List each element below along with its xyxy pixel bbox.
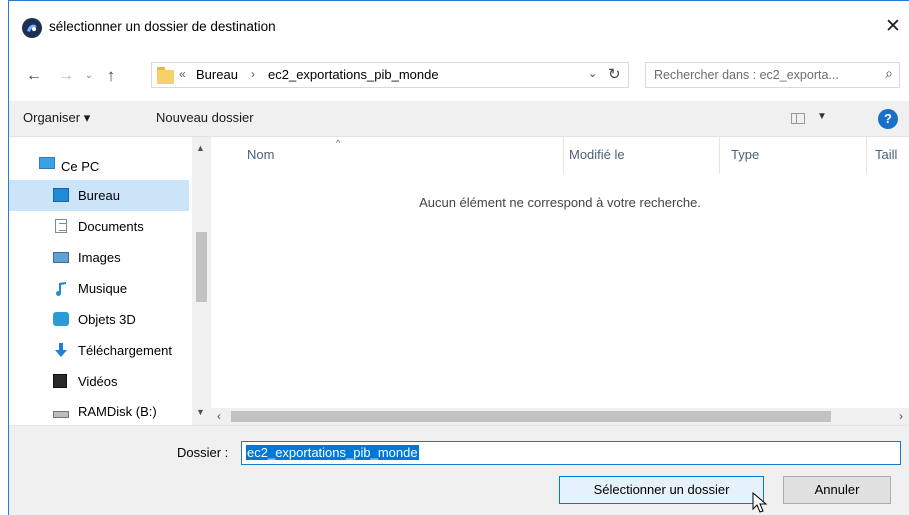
mouse-cursor-icon [752, 491, 768, 514]
sidebar-item-documents[interactable]: Documents [9, 211, 189, 242]
search-icon[interactable]: ⌕ [885, 65, 893, 82]
window-title: sélectionner un dossier de destination [49, 19, 276, 34]
sidebar-item-label: Téléchargement [78, 343, 172, 358]
view-list-icon [791, 113, 805, 124]
breadcrumb-overflow[interactable]: « [179, 67, 186, 81]
organise-button[interactable]: Organiser ▾ [23, 110, 90, 126]
download-icon [53, 343, 69, 357]
column-divider[interactable] [866, 137, 867, 174]
file-list: ^ Nom Modifié le Type Taill Aucun élémen… [211, 137, 909, 408]
column-divider[interactable] [719, 137, 720, 174]
up-one-level-button[interactable]: ↑ [101, 65, 121, 87]
breadcrumb-current-folder[interactable]: ec2_exportations_pib_monde [268, 67, 439, 82]
navigation-pane: Ce PC Bureau Documents Images Musique Ob… [9, 137, 211, 425]
folder-name-value[interactable]: ec2_exportations_pib_monde [246, 445, 419, 460]
sidebar-item-images[interactable]: Images [9, 242, 189, 273]
command-toolbar: Organiser ▾ Nouveau dossier ▼ ? [9, 101, 909, 137]
select-folder-button[interactable]: Sélectionner un dossier [559, 476, 764, 504]
objects-3d-icon [53, 312, 69, 326]
back-button[interactable]: ← [23, 65, 45, 87]
chevron-down-icon: ▼ [817, 111, 827, 122]
sidebar-item-label: Documents [78, 219, 144, 234]
sidebar-item-ce-pc[interactable]: Ce PC [9, 147, 189, 178]
column-divider[interactable] [563, 137, 564, 174]
navigation-bar: ← → ⌄ ↑ « Bureau › ec2_exportations_pib_… [9, 51, 909, 101]
sidebar-item-label: Objets 3D [78, 312, 136, 327]
search-placeholder: Rechercher dans : ec2_exporta... [654, 68, 839, 82]
refresh-icon[interactable]: ↻ [608, 65, 621, 83]
column-header-size[interactable]: Taill [875, 147, 897, 162]
folder-picker-dialog: sélectionner un dossier de destination ✕… [0, 0, 909, 515]
scroll-left-icon[interactable]: ‹ [217, 409, 221, 423]
app-icon [22, 18, 42, 38]
navigation-pane-scrollbar[interactable]: ▲ ▼ [192, 137, 211, 425]
column-header-name[interactable]: Nom [247, 147, 274, 162]
sidebar-item-ramdisk[interactable]: RAMDisk (B:) [9, 396, 189, 427]
sidebar-item-label: Images [78, 250, 121, 265]
column-header-type[interactable]: Type [731, 147, 759, 162]
dialog-footer: Dossier : ec2_exportations_pib_monde Sél… [9, 425, 909, 515]
scrollbar-thumb[interactable] [196, 232, 207, 302]
search-input[interactable]: Rechercher dans : ec2_exporta... ⌕ [645, 62, 900, 88]
file-list-horizontal-scrollbar[interactable]: ‹ › [211, 408, 909, 425]
sort-ascending-icon: ^ [336, 138, 341, 148]
documents-icon [55, 219, 67, 233]
help-button[interactable]: ? [878, 109, 898, 129]
scroll-down-icon[interactable]: ▼ [196, 407, 205, 417]
desktop-icon [53, 188, 69, 202]
music-icon [53, 281, 69, 296]
column-header-modified[interactable]: Modifié le [569, 147, 625, 162]
scrollbar-thumb[interactable] [231, 411, 831, 422]
close-button[interactable]: ✕ [881, 13, 905, 41]
address-dropdown-icon[interactable]: ⌄ [588, 67, 597, 80]
sidebar-item-label: RAMDisk (B:) [78, 404, 157, 419]
sidebar-item-bureau[interactable]: Bureau [9, 180, 189, 211]
sidebar-item-telechargement[interactable]: Téléchargement [9, 335, 189, 366]
sidebar-item-videos[interactable]: Vidéos [9, 366, 189, 397]
images-icon [53, 252, 69, 263]
breadcrumb-bureau[interactable]: Bureau [196, 67, 238, 82]
scroll-up-icon[interactable]: ▲ [196, 143, 205, 153]
empty-results-message: Aucun élément ne correspond à votre rech… [419, 195, 701, 210]
folder-field-label: Dossier : [177, 445, 229, 460]
sidebar-item-label: Ce PC [61, 159, 100, 174]
pc-icon [39, 157, 55, 169]
new-folder-button[interactable]: Nouveau dossier [156, 110, 254, 125]
sidebar-item-musique[interactable]: Musique [9, 273, 189, 304]
folder-name-field[interactable]: ec2_exportations_pib_monde [241, 441, 901, 465]
sidebar-item-label: Bureau [78, 188, 120, 203]
folder-icon [157, 67, 174, 84]
breadcrumb-separator[interactable]: › [251, 67, 255, 81]
address-bar[interactable]: « Bureau › ec2_exportations_pib_monde ⌄ … [151, 62, 629, 88]
sidebar-item-label: Musique [78, 281, 128, 296]
forward-button[interactable]: → [55, 65, 77, 87]
cancel-button[interactable]: Annuler [783, 476, 891, 504]
title-bar: sélectionner un dossier de destination ✕ [9, 1, 909, 51]
videos-icon [53, 374, 67, 388]
sidebar-item-objets-3d[interactable]: Objets 3D [9, 304, 189, 335]
view-options-button[interactable]: ▼ [789, 109, 835, 129]
scroll-right-icon[interactable]: › [899, 409, 903, 423]
drive-icon [53, 411, 69, 418]
sidebar-item-label: Vidéos [78, 374, 118, 389]
recent-locations-dropdown[interactable]: ⌄ [81, 65, 97, 87]
